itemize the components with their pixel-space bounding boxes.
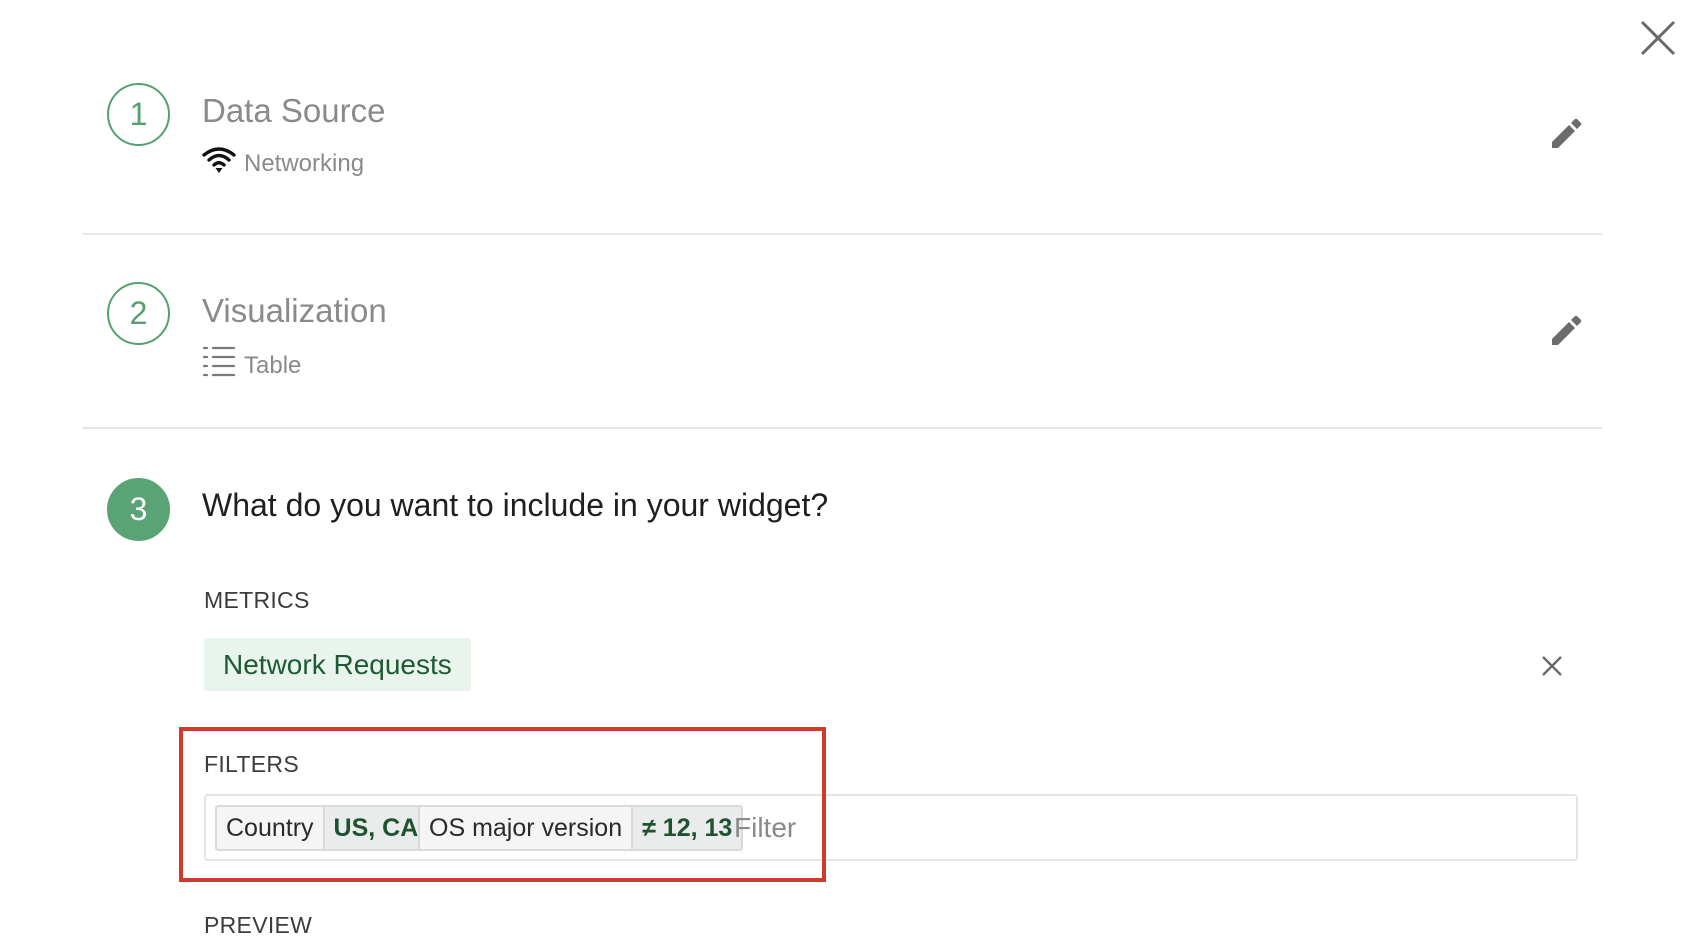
edit-data-source-button[interactable] xyxy=(1546,114,1586,154)
step-2-subtitle-label: Table xyxy=(244,351,302,379)
filter-chip-country[interactable]: Country US, CA xyxy=(215,805,430,851)
metric-chip[interactable]: Network Requests xyxy=(204,638,471,691)
pencil-icon xyxy=(1552,315,1582,345)
filter-chip-value: US, CA xyxy=(322,807,428,849)
filter-input[interactable] xyxy=(734,805,1554,851)
step-1-title: Data Source xyxy=(202,92,386,129)
edit-visualization-button[interactable] xyxy=(1546,311,1586,351)
step-2-subtitle: Table xyxy=(202,344,301,387)
filter-chip-key: OS major version xyxy=(420,807,632,849)
filter-bar[interactable]: Country US, CA OS major version ≠ 12, 13 xyxy=(204,794,1578,861)
divider xyxy=(82,233,1602,235)
list-icon xyxy=(202,344,236,387)
filter-chip-value: ≠ 12, 13 xyxy=(631,807,742,849)
step-1-subtitle: Networking xyxy=(202,146,364,181)
pencil-icon xyxy=(1552,118,1582,148)
metrics-label: METRICS xyxy=(204,587,310,613)
step-3-title: What do you want to include in your widg… xyxy=(202,487,829,523)
wifi-icon xyxy=(202,146,236,181)
filters-label: FILTERS xyxy=(204,751,299,777)
divider xyxy=(82,427,1602,429)
step-3-number: 3 xyxy=(107,478,170,541)
step-1-subtitle-label: Networking xyxy=(244,149,365,177)
remove-metric-button[interactable] xyxy=(1538,652,1566,680)
step-2-title: Visualization xyxy=(202,292,387,329)
step-1-number: 1 xyxy=(107,83,170,146)
close-icon[interactable] xyxy=(1638,18,1678,58)
close-icon xyxy=(1542,656,1562,676)
filter-chip-os-major-version[interactable]: OS major version ≠ 12, 13 xyxy=(418,805,744,851)
step-2-number: 2 xyxy=(107,282,170,345)
preview-label: PREVIEW xyxy=(204,912,313,938)
filter-chip-key: Country xyxy=(217,807,323,849)
